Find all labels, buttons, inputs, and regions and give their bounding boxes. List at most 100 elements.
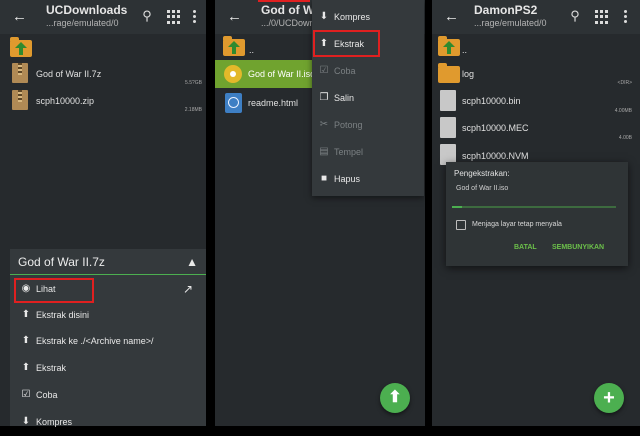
file-name: God of War II.7z [36, 69, 102, 79]
file-size: 4.00B [618, 135, 632, 141]
file-name: readme.html [248, 98, 299, 108]
file-name: scph10000.NVM [462, 151, 529, 161]
check-icon: ☑ [21, 389, 31, 400]
cancel-button[interactable]: BATAL [514, 244, 537, 251]
sheet-item-label: Coba [36, 390, 58, 400]
folder-icon [438, 63, 460, 83]
folder-path: ...rage/emulated/0 [474, 18, 547, 28]
menu-item-coba[interactable]: ☑ Coba [312, 58, 424, 85]
extract-progress-bar [452, 206, 616, 208]
open-external-icon[interactable]: ↗ [182, 283, 194, 295]
file-name: log [462, 69, 475, 79]
checkbox-label: Menjaga layar tetap menyala [472, 221, 562, 228]
sheet-item-ekstrak[interactable]: ⬆ Ekstrak [10, 356, 206, 382]
cut-icon: ✂ [319, 119, 329, 130]
sheet-title: God of War II.7z [18, 255, 105, 269]
menu-item-label: Coba [334, 66, 356, 76]
menu-item-label: Kompres [334, 12, 371, 22]
dialog-title: Pengekstrakan: [454, 169, 510, 178]
dialog-file-name: God of War II.iso [456, 185, 509, 192]
delete-icon: ■ [320, 173, 328, 184]
parent-folder-row[interactable]: .. [432, 34, 640, 60]
search-icon[interactable]: ⚲ [140, 9, 154, 23]
extract-progress-dialog: Pengekstrakan: God of War II.iso Menjaga… [446, 162, 628, 266]
progress-fill [452, 206, 462, 208]
menu-item-kompres[interactable]: ⬇ Kompres [312, 4, 424, 31]
more-options-icon[interactable] [624, 10, 627, 24]
hide-button[interactable]: SEMBUNYIKAN [552, 244, 604, 251]
file-row[interactable]: scph10000.MEC 4.00B [432, 115, 640, 141]
folder-path: ...rage/emulated/0 [46, 18, 119, 28]
sheet-item-ekstrak-disini[interactable]: ⬆ Ekstrak disini [10, 303, 206, 329]
highlight-box-top [258, 0, 310, 2]
sheet-item-label: Ekstrak ke ./<Archive name>/ [36, 336, 154, 346]
html-file-icon [225, 93, 242, 113]
archive-7z-icon [12, 63, 28, 83]
parent-folder-label: .. [249, 45, 255, 55]
back-arrow-icon[interactable]: ← [227, 9, 243, 25]
folder-up-icon [223, 36, 245, 56]
divider [10, 274, 206, 275]
grid-view-icon[interactable] [167, 10, 181, 24]
file-icon [440, 117, 456, 138]
search-icon[interactable]: ⚲ [568, 9, 582, 23]
folder-title: DamonPS2 [474, 3, 538, 17]
menu-item-salin[interactable]: ❐ Salin [312, 85, 424, 112]
menu-item-label: Potong [334, 120, 363, 130]
file-name: scph10000.zip [36, 96, 95, 106]
sheet-item-label: Ekstrak disini [36, 310, 90, 320]
file-name: God of War II.iso [248, 69, 316, 79]
folder-up-icon [10, 37, 32, 57]
file-row[interactable]: scph10000.bin 4.00MB [432, 88, 640, 114]
sheet-item-label: Ekstrak [36, 363, 67, 373]
menu-item-tempel[interactable]: ▤ Tempel [312, 139, 424, 166]
folder-row[interactable]: log <DIR> [432, 61, 640, 87]
folder-up-icon [438, 36, 460, 56]
copy-icon: ❐ [319, 92, 329, 103]
extract-icon: ⬆ [21, 362, 31, 373]
add-fab-button[interactable]: + [594, 383, 624, 413]
grid-view-icon[interactable] [595, 10, 609, 24]
extract-icon: ⬆ [21, 335, 31, 346]
menu-item-hapus[interactable]: ■ Hapus [312, 166, 424, 193]
sheet-item-ekstrak-ke[interactable]: ⬆ Ekstrak ke ./<Archive name>/ [10, 329, 206, 355]
app-bar: ← DamonPS2 ...rage/emulated/0 ⚲ [432, 0, 640, 34]
sheet-item-kompres[interactable]: ⬇ Kompres [10, 410, 206, 436]
file-icon [440, 90, 456, 111]
compress-icon: ⬇ [319, 11, 329, 22]
parent-folder-row[interactable] [0, 36, 206, 62]
archive-zip-icon [12, 90, 28, 110]
extract-icon: ⬆ [21, 309, 31, 320]
file-size: 4.00MB [614, 108, 632, 114]
disc-image-icon [224, 65, 242, 83]
menu-item-potong[interactable]: ✂ Potong [312, 112, 424, 139]
file-row[interactable]: God of War II.7z 5.5?GB [0, 60, 206, 86]
keep-screen-on-checkbox[interactable] [456, 220, 466, 230]
app-bar: ← UCDownloads ...rage/emulated/0 ⚲ [0, 0, 206, 34]
highlight-box-lihat [14, 278, 94, 303]
paste-icon: ▤ [319, 146, 329, 157]
more-options-icon[interactable] [193, 10, 196, 24]
parent-folder-label: .. [462, 45, 468, 55]
highlight-box-ekstrak [313, 30, 380, 57]
back-arrow-icon[interactable]: ← [444, 9, 460, 25]
extract-fab-button[interactable]: ⬆ [380, 383, 410, 413]
file-size: <DIR> [617, 80, 632, 86]
back-arrow-icon[interactable]: ← [12, 9, 28, 25]
folder-path: .../0/UCDown [261, 18, 315, 28]
sheet-item-coba[interactable]: ☑ Coba [10, 383, 206, 409]
selected-file-row[interactable]: God of War II.iso [215, 60, 315, 88]
compress-icon: ⬇ [21, 416, 31, 427]
file-row[interactable]: scph10000.zip 2.18MB [0, 87, 206, 113]
chevron-up-icon[interactable]: ▲ [186, 255, 198, 269]
check-icon: ☑ [319, 65, 329, 76]
menu-item-label: Tempel [334, 147, 364, 157]
folder-title: UCDownloads [46, 3, 128, 17]
file-size: 5.5?GB [185, 80, 202, 86]
menu-item-label: Salin [334, 93, 355, 103]
file-name: scph10000.MEC [462, 123, 529, 133]
file-size: 2.18MB [184, 107, 202, 113]
menu-item-label: Hapus [334, 174, 361, 184]
file-name: scph10000.bin [462, 96, 521, 106]
file-actions-sheet: God of War II.7z ▲ ◉ Lihat ↗ ⬆ Ekstrak d… [10, 249, 206, 427]
